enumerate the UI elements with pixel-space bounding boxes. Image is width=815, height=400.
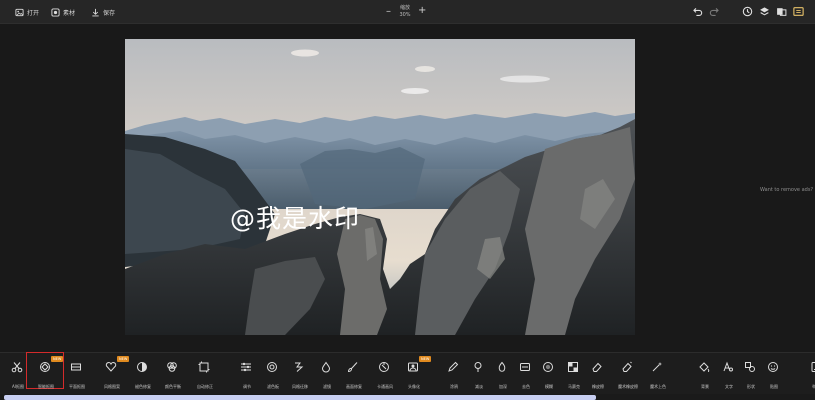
new-badge: NEW xyxy=(419,356,432,362)
smart-cutout-icon xyxy=(40,362,50,372)
magic-wand-icon xyxy=(652,362,662,372)
tool-button-6[interactable]: 自动修正 xyxy=(190,360,220,392)
remove-ads-link[interactable]: Want to remove ads? xyxy=(760,187,813,193)
drop-icon xyxy=(321,361,331,373)
tool-label: 贴图 xyxy=(770,384,778,389)
download-icon xyxy=(92,8,99,16)
color-balance-icon xyxy=(167,362,177,372)
zoom-in-button[interactable]: + xyxy=(418,6,426,16)
layers-icon[interactable] xyxy=(759,6,770,17)
history-icon[interactable] xyxy=(742,6,753,17)
tool-button-27[interactable]: 举报 xyxy=(801,360,815,392)
fade-repair-icon xyxy=(137,362,147,372)
watermark-text: @我是水印 xyxy=(229,204,360,233)
material-label: 素材 xyxy=(63,9,76,17)
tool-button-1[interactable]: NEW 智能抠图 xyxy=(31,356,64,392)
redo-icon[interactable] xyxy=(709,6,720,17)
tool-button-11[interactable]: 画面修复 xyxy=(339,360,369,392)
tool-button-5[interactable]: 颜色平衡 xyxy=(158,360,188,392)
material-icon xyxy=(51,7,60,17)
open-button[interactable]: 打开 xyxy=(15,5,39,19)
pencil-icon xyxy=(448,361,459,372)
tool-button-13[interactable]: NEW 头像化 xyxy=(399,356,432,392)
desaturate-icon xyxy=(520,363,530,371)
undo-icon[interactable] xyxy=(692,6,703,17)
blur-icon xyxy=(543,362,553,372)
tool-label: 头像化 xyxy=(408,384,420,389)
tool-label: 平面抠图 xyxy=(69,384,85,389)
sliders-icon xyxy=(241,362,251,372)
avatar-icon xyxy=(408,362,418,372)
eraser-icon xyxy=(592,362,602,372)
tool-button-22[interactable]: 魔术上色 xyxy=(643,360,673,392)
paint-bucket-icon xyxy=(699,362,710,372)
save-button[interactable]: 保存 xyxy=(91,5,115,19)
filter-icon xyxy=(267,362,277,372)
edit-canvas[interactable]: @我是水印 xyxy=(125,39,635,335)
image-icon xyxy=(15,8,24,16)
tool-label: 自动修正 xyxy=(197,384,213,389)
material-button[interactable]: 素材 xyxy=(51,5,75,19)
scrollbar-thumb[interactable] xyxy=(4,395,596,400)
shapes-icon xyxy=(745,362,755,372)
scissors-icon xyxy=(11,362,23,373)
cartoon-icon xyxy=(379,362,389,372)
tool-button-3[interactable]: NEW 风格图案 xyxy=(97,356,130,392)
plane-cutout-icon xyxy=(71,363,81,371)
burn-icon xyxy=(498,361,506,372)
magic-eraser-icon xyxy=(622,361,632,372)
dodge-icon xyxy=(474,362,482,372)
style-transfer-icon xyxy=(295,362,304,372)
sticker-icon xyxy=(768,362,778,372)
save-label: 保存 xyxy=(103,9,116,17)
top-toolbar: 打开 素材 保存 缩放 30% – + xyxy=(0,0,815,24)
brush-icon xyxy=(347,362,358,373)
mountain-photo xyxy=(125,39,635,335)
zoom-control: 缩放 30% – + xyxy=(380,2,430,22)
tool-label: 魔术上色 xyxy=(650,384,666,389)
compare-icon[interactable] xyxy=(776,6,787,17)
style-pattern-icon xyxy=(105,362,117,372)
tool-label: 举报 xyxy=(812,384,815,389)
auto-correct-icon xyxy=(198,361,210,373)
report-icon xyxy=(811,362,815,372)
mosaic-icon xyxy=(568,362,578,372)
fit-screen-icon[interactable] xyxy=(793,6,804,17)
text-icon xyxy=(723,361,733,372)
tool-button-2[interactable]: 平面抠图 xyxy=(62,360,92,392)
tool-button-26[interactable]: 贴图 xyxy=(759,360,789,392)
zoom-out-button[interactable]: – xyxy=(386,7,391,17)
open-label: 打开 xyxy=(27,9,40,17)
